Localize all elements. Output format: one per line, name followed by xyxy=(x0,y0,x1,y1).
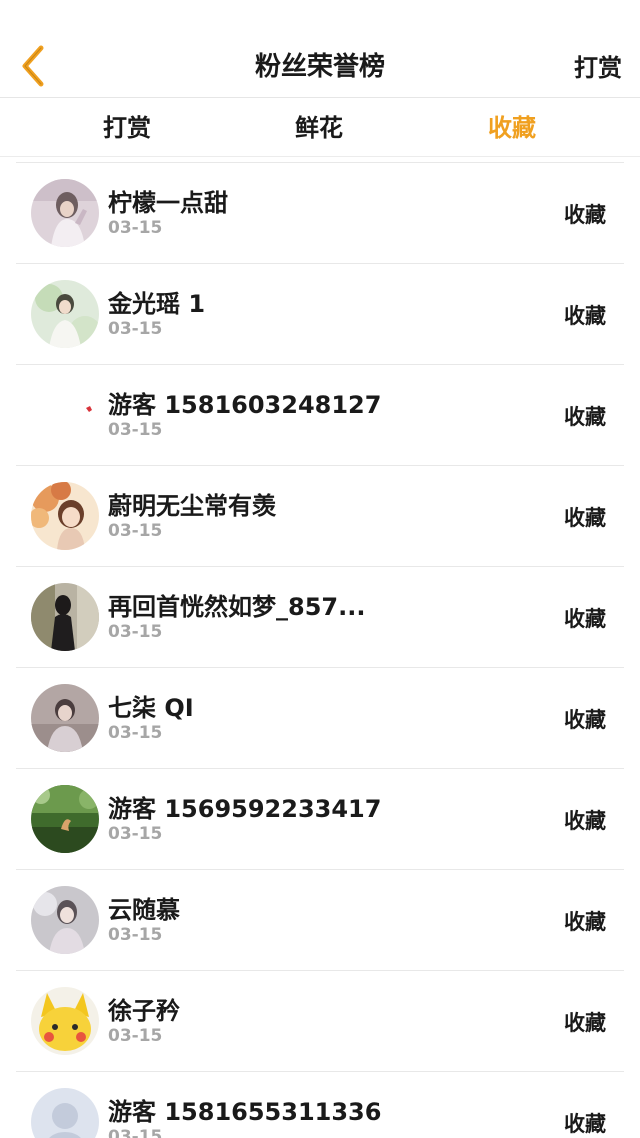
fan-name: 七柒 QI xyxy=(108,694,194,722)
list-item[interactable]: 金光瑶 1 03-15 收藏 xyxy=(16,264,624,365)
fan-action: 收藏 xyxy=(564,304,606,328)
fan-name: 蔚明无尘常有羡 xyxy=(108,492,276,520)
fan-action: 收藏 xyxy=(564,607,606,631)
list-item[interactable]: 游客 1569592233417 03-15 收藏 xyxy=(16,769,624,870)
fan-name: 游客 1569592233417 xyxy=(108,795,382,823)
fan-action: 收藏 xyxy=(564,708,606,732)
avatar xyxy=(31,785,99,853)
avatar xyxy=(31,684,99,752)
list-item[interactable]: 七柒 QI 03-15 收藏 xyxy=(16,668,624,769)
fan-date: 03-15 xyxy=(108,1026,163,1046)
avatar xyxy=(31,987,99,1055)
avatar xyxy=(31,179,99,247)
fan-name: 金光瑶 1 xyxy=(108,290,206,318)
fan-date: 03-15 xyxy=(108,218,163,238)
fan-action: 收藏 xyxy=(564,910,606,934)
fan-name: 游客 1581603248127 xyxy=(108,391,382,419)
fan-name: 云随慕 xyxy=(108,896,180,924)
fan-date: 03-15 xyxy=(108,521,163,541)
avatar xyxy=(31,280,99,348)
reward-button[interactable]: 打赏 xyxy=(574,48,622,83)
fan-name: 柠檬一点甜 xyxy=(108,189,228,217)
tab-reward[interactable]: 打赏 xyxy=(47,99,207,157)
fan-action: 收藏 xyxy=(564,203,606,227)
tab-flowers[interactable]: 鲜花 xyxy=(239,99,399,157)
fan-action: 收藏 xyxy=(564,809,606,833)
fan-date: 03-15 xyxy=(108,622,163,642)
list-item[interactable]: 徐子矜 03-15 收藏 xyxy=(16,971,624,1072)
tab-bar: 打赏 鲜花 收藏 xyxy=(0,99,640,157)
fan-list: 柠檬一点甜 03-15 收藏 金光瑶 1 03-15 收藏 游客 1581603… xyxy=(16,162,624,1138)
avatar xyxy=(31,886,99,954)
avatar xyxy=(31,583,99,651)
avatar xyxy=(31,1088,99,1138)
fan-date: 03-15 xyxy=(108,420,163,440)
page-title: 粉丝荣誉榜 xyxy=(254,52,385,82)
list-item[interactable]: 柠檬一点甜 03-15 收藏 xyxy=(16,163,624,264)
fan-action: 收藏 xyxy=(564,506,606,530)
fan-name: 徐子矜 xyxy=(108,997,180,1025)
fan-date: 03-15 xyxy=(108,319,163,339)
list-item[interactable]: 蔚明无尘常有羡 03-15 收藏 xyxy=(16,466,624,567)
avatar xyxy=(31,381,99,449)
fan-name: 再回首恍然如梦_857... xyxy=(108,593,366,621)
list-item[interactable]: 游客 1581603248127 03-15 收藏 xyxy=(16,365,624,466)
fan-name: 游客 1581655311336 xyxy=(108,1098,382,1126)
fan-date: 03-15 xyxy=(108,723,163,743)
tab-favorites[interactable]: 收藏 xyxy=(432,99,592,157)
list-item[interactable]: 游客 1581655311336 03-15 收藏 xyxy=(16,1072,624,1138)
fan-action: 收藏 xyxy=(564,1112,606,1136)
fan-date: 03-15 xyxy=(108,925,163,945)
list-item[interactable]: 云随慕 03-15 收藏 xyxy=(16,870,624,971)
fan-date: 03-15 xyxy=(108,1127,163,1138)
list-item[interactable]: 再回首恍然如梦_857... 03-15 收藏 xyxy=(16,567,624,668)
top-nav-bar: 粉丝荣誉榜 打赏 xyxy=(0,0,640,98)
fan-date: 03-15 xyxy=(108,824,163,844)
avatar xyxy=(31,482,99,550)
fan-action: 收藏 xyxy=(564,405,606,429)
fan-action: 收藏 xyxy=(564,1011,606,1035)
